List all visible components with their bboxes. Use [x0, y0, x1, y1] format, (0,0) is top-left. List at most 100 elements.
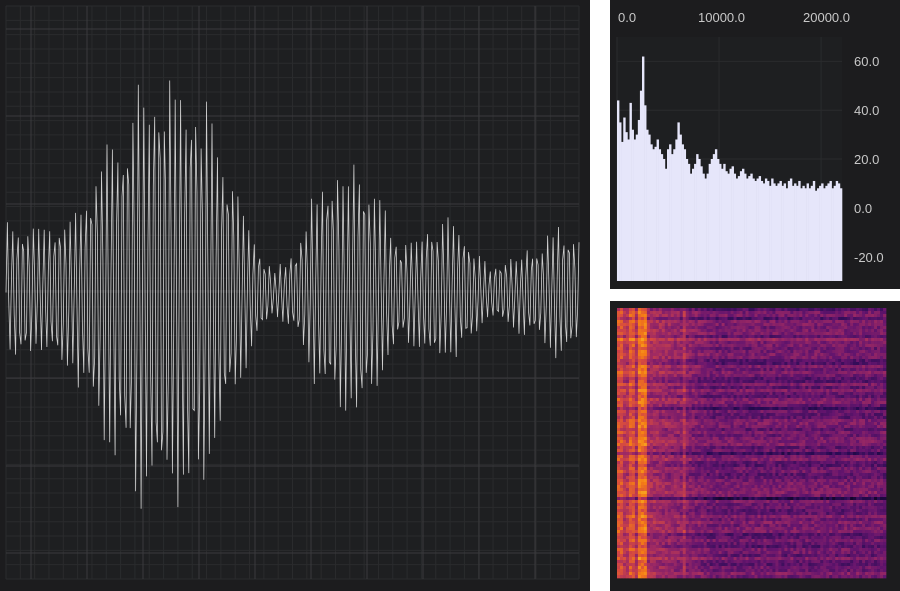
spectrogram-cell: [640, 410, 645, 414]
spectrogram-cell: [808, 404, 812, 408]
spectrogram-cell: [697, 449, 702, 453]
spectrogram-cell: [832, 329, 836, 333]
spectrogram-cell: [763, 323, 767, 327]
spectrogram-cell: [619, 419, 624, 423]
spectrogram-cell: [835, 392, 839, 396]
spectrogram-cell: [727, 464, 731, 468]
spectrogram-cell: [796, 428, 800, 432]
spectrogram-cell: [754, 356, 758, 360]
spectrogram-cell: [706, 386, 711, 390]
spectrogram-cell: [844, 446, 848, 450]
spectrogram-cell: [652, 344, 657, 348]
spectrogram-cell: [850, 410, 854, 414]
spectrogram-cell: [619, 347, 624, 351]
spectrogram-cell: [751, 407, 755, 411]
spectrogram-cell: [763, 308, 767, 312]
spectrum-bar: [677, 122, 680, 282]
spectrogram-cell: [706, 311, 711, 315]
spectrogram-cell: [775, 350, 779, 354]
spectrogram-cell: [721, 446, 725, 450]
spectrogram-cell: [823, 464, 827, 468]
spectrogram-cell: [637, 344, 642, 348]
spectrogram-cell: [697, 371, 702, 375]
spectrogram-cell: [682, 356, 687, 360]
spectrogram-cell: [874, 356, 878, 360]
spectrogram-cell: [796, 347, 800, 351]
spectrum-bar: [783, 183, 787, 281]
spectrogram-cell: [799, 407, 803, 411]
spectrogram-cell: [667, 392, 672, 396]
spectrogram-cell: [646, 335, 651, 339]
spectrogram-cell: [838, 407, 842, 411]
spectrogram-cell: [727, 422, 731, 426]
spectrogram-cell: [847, 371, 851, 375]
spectrogram-cell: [859, 431, 863, 435]
spectrogram-cell: [694, 437, 699, 441]
spectrogram-cell: [829, 455, 833, 459]
spectrogram-cell: [841, 320, 845, 324]
spectrogram-cell: [670, 371, 675, 375]
spectrogram-cell: [757, 413, 761, 417]
spectrogram-cell: [643, 317, 648, 321]
spectrogram-cell: [622, 368, 627, 372]
spectrogram-cell: [838, 428, 842, 432]
spectrogram-cell: [880, 326, 884, 330]
spectrogram-cell: [817, 353, 821, 357]
spectrogram-cell: [646, 308, 651, 312]
spectrogram-cell: [679, 308, 684, 312]
spectrogram-cell: [634, 311, 639, 315]
spectrogram-cell: [769, 413, 773, 417]
spectrogram-cell: [748, 407, 752, 411]
spectrogram-cell: [826, 455, 830, 459]
spectrogram-cell: [748, 413, 752, 417]
spectrogram-cell: [709, 455, 713, 459]
spectrogram-cell: [802, 314, 806, 318]
spectrogram-cell: [664, 323, 669, 327]
spectrogram-cell: [622, 362, 627, 366]
spectrogram-cell: [763, 365, 767, 369]
spectrogram-cell: [859, 329, 863, 333]
spectrogram-cell: [709, 371, 713, 375]
spectrogram-cell: [658, 368, 663, 372]
spectrogram-cell: [628, 362, 633, 366]
spectrogram-cell: [769, 383, 773, 387]
spectrogram-cell: [646, 341, 651, 345]
spectrogram-cell: [880, 344, 884, 348]
spectrogram-cell: [814, 407, 818, 411]
spectrogram-cell: [706, 458, 711, 462]
spectrogram-cell: [712, 386, 716, 390]
spectrogram-cell: [751, 389, 755, 393]
spectrogram-cell: [745, 368, 749, 372]
spectrogram-cell: [838, 386, 842, 390]
spectrogram-cell: [745, 410, 749, 414]
spectrogram-cell: [871, 359, 875, 363]
spectrogram-cell: [760, 425, 764, 429]
spectrogram-cell: [673, 308, 678, 312]
spectrogram-cell: [625, 326, 630, 330]
spectrogram-cell: [670, 389, 675, 393]
spectrogram-cell: [697, 386, 702, 390]
spectrogram-cell: [745, 359, 749, 363]
spectrogram-cell: [739, 353, 743, 357]
spectrogram-cell: [829, 341, 833, 345]
spectrogram-cell: [868, 350, 872, 354]
spectrum-bar: [792, 185, 795, 281]
spectrogram-cell: [784, 416, 788, 420]
spectrogram-cell: [856, 311, 860, 315]
spectrogram-cell: [781, 341, 785, 345]
spectrogram-cell: [832, 320, 836, 324]
spectrogram-cell: [637, 434, 642, 438]
spectrogram-cell: [790, 428, 794, 432]
spectrogram-cell: [661, 419, 666, 423]
spectrogram-cell: [739, 317, 743, 321]
spectrogram-cell: [712, 428, 716, 432]
spectrogram-cell: [751, 356, 755, 360]
spectrogram-cell: [808, 410, 812, 414]
spectrogram-cell: [691, 362, 696, 366]
spectrogram-cell: [763, 443, 767, 447]
spectrogram-cell: [682, 371, 687, 375]
spectrogram-cell: [760, 392, 764, 396]
spectrogram-cell: [778, 365, 782, 369]
spectrogram-cell: [850, 344, 854, 348]
spectrogram-cell: [679, 380, 684, 384]
